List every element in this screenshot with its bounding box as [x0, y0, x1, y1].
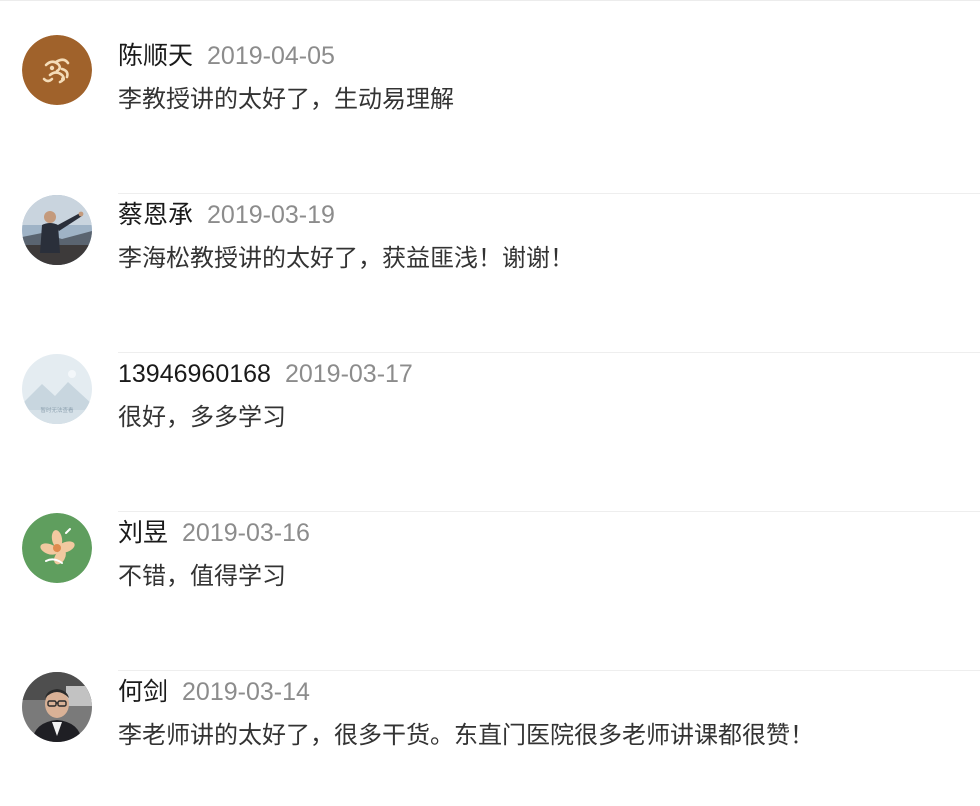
comment-text: 很好，多多学习	[118, 404, 286, 431]
comment-date: 2019-03-16	[182, 519, 310, 547]
comment-divider	[118, 193, 980, 194]
comment-text: 李老师讲的太好了，很多干货。东直门医院很多老师讲课都很赞！	[118, 722, 814, 749]
avatar[interactable]: 暂时无法查看	[22, 354, 92, 424]
avatar[interactable]	[22, 35, 92, 105]
placeholder-mountain-avatar: 暂时无法查看	[22, 354, 92, 424]
photo-man-glasses-avatar	[22, 672, 92, 742]
green-flower-avatar	[22, 513, 92, 583]
comment-text: 不错，值得学习	[118, 563, 286, 590]
comment-text: 李教授讲的太好了，生动易理解	[118, 86, 454, 113]
comment-text: 李海松教授讲的太好了，获益匪浅！谢谢！	[118, 245, 574, 272]
comment-meta: 何剑 2019-03-14	[118, 676, 310, 708]
avatar[interactable]	[22, 672, 92, 742]
photo-man-pointing-avatar	[22, 195, 92, 265]
comment-date: 2019-03-17	[284, 360, 413, 388]
commenter-name[interactable]: 13946960168	[118, 360, 271, 388]
tan-ornament-avatar	[22, 35, 92, 105]
commenter-name[interactable]: 陈顺天	[118, 42, 193, 70]
comment-divider	[118, 511, 980, 512]
comment-divider	[118, 352, 980, 353]
comment-meta: 蔡恩承 2019-03-19	[118, 199, 335, 231]
comment-meta: 陈顺天 2019-04-05	[118, 40, 335, 72]
comment-date: 2019-03-14	[182, 678, 310, 706]
commenter-name[interactable]: 何剑	[118, 678, 168, 706]
comment-date: 2019-04-05	[207, 42, 335, 70]
comment-item: 蔡恩承 2019-03-19 李海松教授讲的太好了，获益匪浅！谢谢！	[0, 193, 980, 313]
comment-divider	[118, 670, 980, 671]
comment-date: 2019-03-19	[207, 201, 335, 229]
avatar[interactable]	[22, 195, 92, 265]
avatar-caption: 暂时无法查看	[40, 406, 74, 414]
comment-item: 刘昱 2019-03-16 不错，值得学习	[0, 511, 980, 631]
comment-item: 何剑 2019-03-14 李老师讲的太好了，很多干货。东直门医院很多老师讲课都很…	[0, 670, 980, 790]
comment-item: 陈顺天 2019-04-05 李教授讲的太好了，生动易理解	[0, 0, 980, 120]
commenter-name[interactable]: 刘昱	[118, 519, 168, 547]
commenter-name[interactable]: 蔡恩承	[118, 201, 193, 229]
avatar[interactable]	[22, 513, 92, 583]
comment-item: 暂时无法查看 13946960168 2019-03-17 很好，多多学习	[0, 352, 980, 472]
comment-meta: 13946960168 2019-03-17	[118, 358, 413, 390]
comment-meta: 刘昱 2019-03-16	[118, 517, 310, 549]
